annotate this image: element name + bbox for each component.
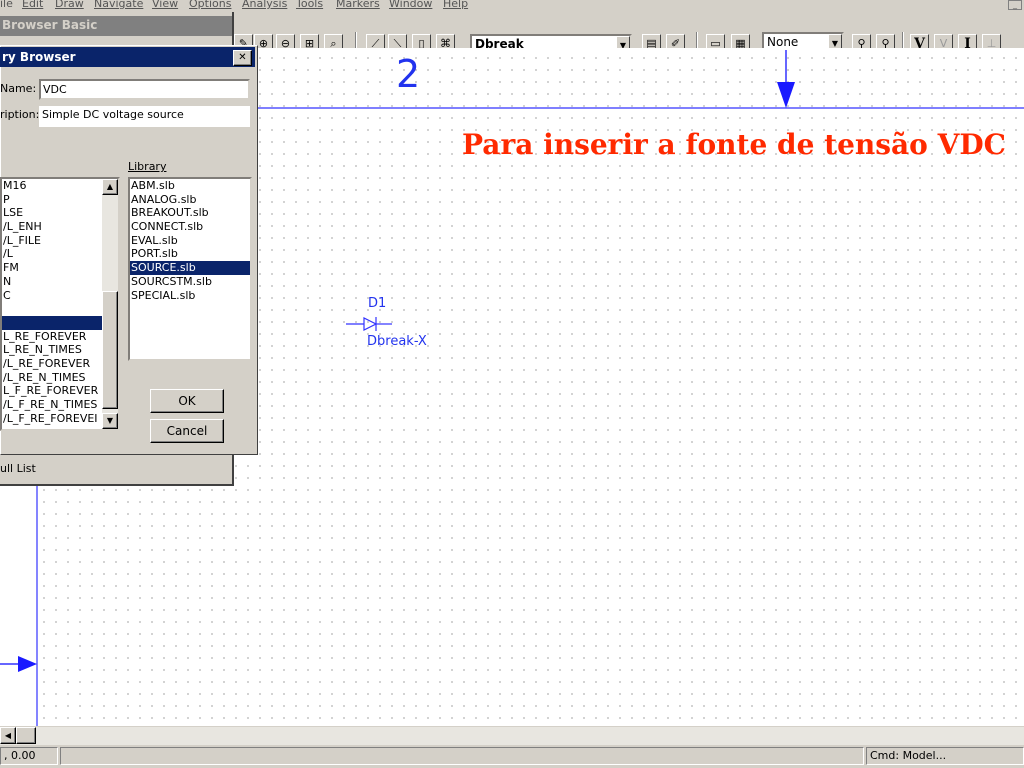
down-arrow-icon: [777, 82, 795, 108]
description-label: ription:: [0, 108, 40, 121]
library-list-item[interactable]: SOURCE.slb: [130, 261, 250, 275]
name-field-value: VDC: [43, 83, 67, 96]
browser-basic-title: Browser Basic: [2, 18, 98, 32]
full-list-checkbox-label[interactable]: ull List: [0, 462, 36, 475]
parts-list-item[interactable]: M16: [2, 179, 118, 193]
parts-list-item[interactable]: FM: [2, 261, 118, 275]
parts-list-item[interactable]: [2, 315, 118, 330]
parts-list-item[interactable]: LSE: [2, 206, 118, 220]
library-label: Library: [128, 160, 166, 173]
status-bar: , 0.00 Cmd: Model...: [0, 745, 1024, 768]
browser-basic-titlebar: Browser Basic: [0, 16, 232, 36]
library-list-item[interactable]: SPECIAL.slb: [130, 289, 250, 303]
diode-icon[interactable]: [363, 317, 378, 331]
library-list-item[interactable]: BREAKOUT.slb: [130, 206, 250, 220]
h-scroll-thumb[interactable]: [16, 727, 36, 744]
status-message: [60, 747, 864, 765]
parts-list-item[interactable]: N: [2, 275, 118, 289]
library-list-item[interactable]: CONNECT.slb: [130, 220, 250, 234]
library-list-item[interactable]: SOURCSTM.slb: [130, 275, 250, 289]
parts-list-item[interactable]: /L_FILE: [2, 234, 118, 248]
cancel-button[interactable]: Cancel: [150, 419, 224, 443]
parts-list-item[interactable]: C: [2, 289, 118, 303]
library-list-item[interactable]: ABM.slb: [130, 179, 250, 193]
parts-list-item[interactable]: L_RE_FOREVER: [2, 330, 118, 344]
scroll-down-icon[interactable]: ▼: [102, 413, 118, 429]
description-field: Simple DC voltage source: [39, 106, 250, 127]
part-value[interactable]: Dbreak-X: [367, 334, 427, 349]
parts-list-item[interactable]: /L: [2, 247, 118, 261]
description-value: Simple DC voltage source: [42, 108, 184, 121]
scroll-up-icon[interactable]: ▲: [102, 179, 118, 195]
library-list-item[interactable]: EVAL.slb: [130, 234, 250, 248]
name-label: Name:: [0, 82, 37, 95]
library-list[interactable]: ABM.slb ANALOG.slb BREAKOUT.slb CONNECT.slb…: [128, 177, 252, 361]
library-list-item[interactable]: PORT.slb: [130, 247, 250, 261]
parts-list-item[interactable]: P: [2, 193, 118, 207]
right-arrow-icon: [18, 656, 37, 672]
parts-list-item[interactable]: /L_RE_FOREVER: [2, 357, 118, 371]
page-number: 2: [396, 52, 421, 96]
parts-list-item[interactable]: /L_RE_N_TIMES: [2, 371, 118, 385]
part-browser-title: ry Browser: [2, 50, 76, 64]
part-browser-titlebar: ry Browser: [0, 47, 255, 67]
parts-list-item[interactable]: /L_F_RE_FOREVEI: [2, 412, 118, 426]
scroll-left-icon[interactable]: ◀: [0, 727, 16, 744]
parts-list-item[interactable]: [2, 302, 118, 316]
parts-list-item[interactable]: L_F_RE_FOREVER: [2, 384, 118, 398]
horizontal-scrollbar[interactable]: ◀: [0, 726, 1024, 745]
library-list-item[interactable]: ANALOG.slb: [130, 193, 250, 207]
parts-list-item[interactable]: /L_ENH: [2, 220, 118, 234]
parts-list-item[interactable]: L_RE_N_TIMES: [2, 343, 118, 357]
status-coords: , 0.00: [0, 747, 58, 765]
part-reference[interactable]: D1: [368, 296, 386, 311]
name-field[interactable]: VDC: [39, 79, 250, 100]
ok-button[interactable]: OK: [150, 389, 224, 413]
status-cmd: Cmd: Model...: [866, 747, 1024, 765]
annotation-text: Para inserir a fonte de tensão VDC: [462, 128, 1006, 161]
library-label-text: Library: [128, 160, 167, 173]
parts-scrollbar[interactable]: ▲ ▼: [102, 179, 118, 429]
parts-list-item[interactable]: /L_F_RE_N_TIMES: [2, 398, 118, 412]
scroll-thumb[interactable]: [102, 291, 118, 409]
close-icon[interactable]: ✕: [233, 50, 252, 66]
